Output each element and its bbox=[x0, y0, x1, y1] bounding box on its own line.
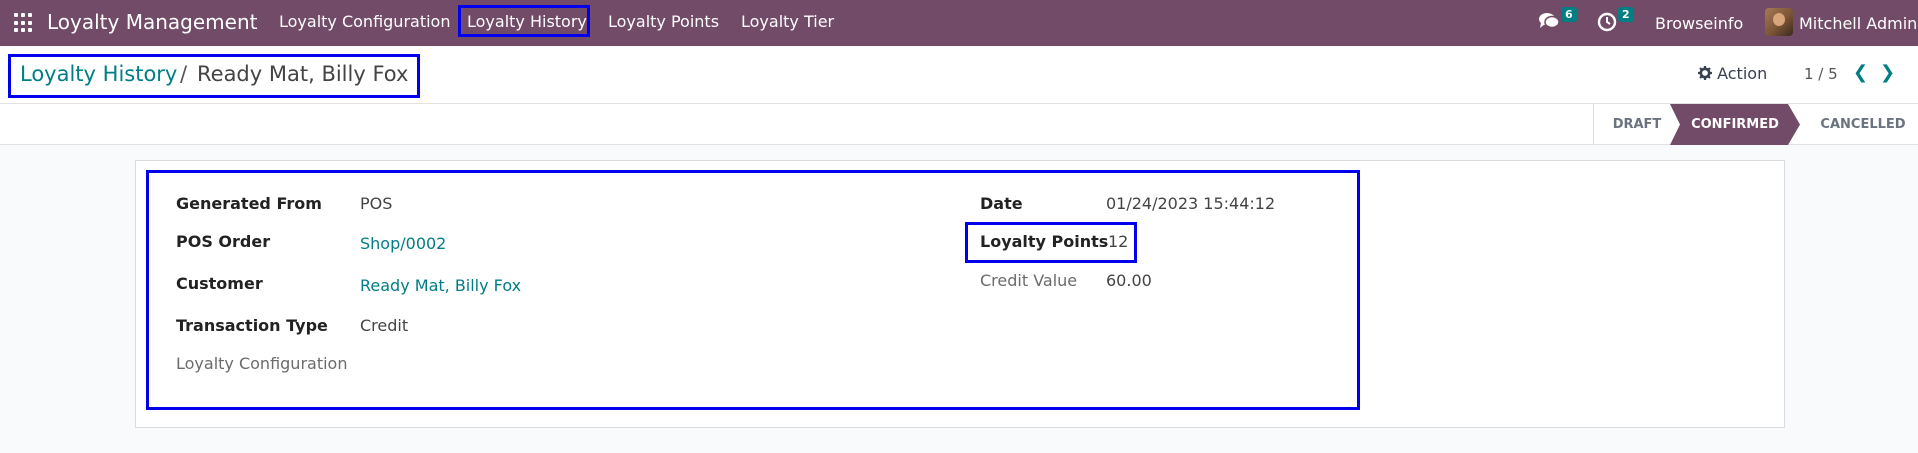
chevron-left-icon[interactable]: ❮ bbox=[1853, 62, 1868, 83]
menu-loyalty-points[interactable]: Loyalty Points bbox=[608, 12, 719, 31]
pager-value[interactable]: 1 / 5 bbox=[1804, 65, 1838, 83]
generated-from-label: Generated From bbox=[176, 194, 322, 213]
menu-highlight-box bbox=[458, 5, 590, 37]
credit-value-label: Credit Value bbox=[980, 271, 1078, 290]
breadcrumb-parent-link[interactable]: Loyalty History bbox=[20, 62, 177, 86]
loyalty-points-label: Loyalty Points bbox=[980, 232, 1109, 251]
chevron-right-icon[interactable]: ❯ bbox=[1880, 62, 1895, 83]
activities-button[interactable] bbox=[1597, 12, 1617, 36]
status-confirmed[interactable]: CONFIRMED bbox=[1670, 104, 1800, 145]
apps-grid-icon[interactable] bbox=[14, 13, 34, 33]
gear-icon bbox=[1698, 66, 1712, 80]
pos-order-link[interactable]: Shop/0002 bbox=[360, 234, 446, 253]
pos-order-label: POS Order bbox=[176, 232, 271, 251]
action-button[interactable]: Action bbox=[1698, 64, 1767, 83]
loyalty-points-value[interactable]: 12 bbox=[1108, 232, 1128, 251]
activities-badge: 2 bbox=[1618, 7, 1634, 22]
app-title[interactable]: Loyalty Management bbox=[47, 10, 257, 34]
transaction-type-value[interactable]: Credit bbox=[360, 316, 408, 335]
date-value[interactable]: 01/24/2023 15:44:12 bbox=[1106, 194, 1275, 213]
action-label: Action bbox=[1717, 64, 1768, 83]
company-switcher[interactable]: Browseinfo bbox=[1655, 0, 1743, 46]
status-draft[interactable]: DRAFT bbox=[1594, 104, 1680, 145]
credit-value-value[interactable]: 60.00 bbox=[1106, 271, 1152, 290]
clock-icon bbox=[1597, 12, 1617, 32]
transaction-type-label: Transaction Type bbox=[176, 316, 328, 335]
generated-from-value[interactable]: POS bbox=[360, 194, 392, 213]
messages-badge: 6 bbox=[1561, 7, 1577, 22]
status-cancelled[interactable]: CANCELLED bbox=[1808, 104, 1918, 145]
customer-label: Customer bbox=[176, 274, 263, 293]
customer-link[interactable]: Ready Mat, Billy Fox bbox=[360, 276, 521, 295]
menu-loyalty-configuration[interactable]: Loyalty Configuration bbox=[279, 12, 450, 31]
loyalty-configuration-label: Loyalty Configuration bbox=[176, 354, 348, 373]
user-avatar[interactable] bbox=[1765, 8, 1793, 36]
messages-button[interactable] bbox=[1538, 11, 1560, 35]
menu-loyalty-tier[interactable]: Loyalty Tier bbox=[741, 12, 834, 31]
user-menu[interactable]: Mitchell Admin bbox=[1799, 0, 1917, 46]
chat-icon bbox=[1539, 13, 1560, 29]
breadcrumb-separator: / bbox=[180, 62, 188, 86]
breadcrumb-current: Ready Mat, Billy Fox bbox=[197, 62, 409, 86]
date-label: Date bbox=[980, 194, 1023, 213]
